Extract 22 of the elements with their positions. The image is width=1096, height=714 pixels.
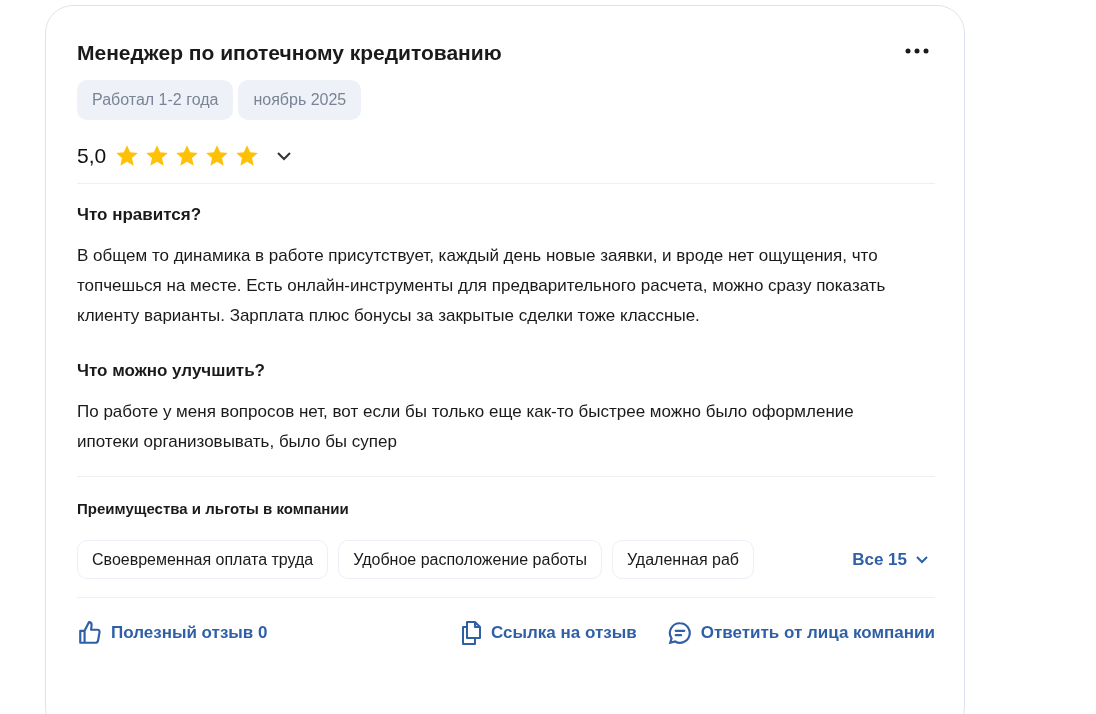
review-action-link[interactable]: Ответить от лица компании — [666, 620, 935, 646]
review-action-link[interactable]: Полезный отзыв 0 — [77, 620, 268, 646]
thumbs-up-icon — [77, 620, 103, 646]
benefit-chip: Своевременная оплата труда — [77, 540, 329, 579]
section-heading: Что можно улучшить? — [77, 360, 266, 382]
show-all-benefits-button[interactable]: Все 15 — [852, 546, 929, 573]
rating-value: 5,0 — [77, 143, 107, 170]
chevron-down-icon[interactable] — [276, 151, 293, 161]
chevron-down-icon — [915, 555, 929, 564]
review-action-link[interactable]: Ссылка на отзыв — [459, 620, 637, 646]
benefit-chip: Удобное расположение работы — [338, 540, 602, 579]
review-text: По работе у меня вопросов нет, вот если бы только еще как-то быстрее можно было оформление ипотеки организовывать, было бы супер — [77, 401, 855, 453]
chat-bubble-icon — [666, 620, 693, 646]
copy-icon — [459, 620, 484, 646]
review-title: Менеджер по ипотечному кредитованию — [77, 40, 502, 66]
review-tag: ноябрь 2025 — [238, 80, 362, 120]
benefits-heading: Преимущества и льготы в компании — [77, 499, 350, 519]
more-options-icon[interactable] — [905, 48, 929, 54]
review-tag: Работал 1-2 года — [77, 80, 234, 120]
benefit-chip: Удаленная раб — [611, 540, 754, 579]
review-text: В общем то динамика в работе присутствует, каждый день новые заявки, и вроде нет ощущения, что топчешься на месте. Есть онлайн-инструменты для предварительного расчета, можно сразу показать клиенту варианты. Зарплата плюс бонусы за закрытые сделки тоже классные. — [77, 245, 887, 327]
section-heading: Что нравится? — [77, 204, 203, 226]
